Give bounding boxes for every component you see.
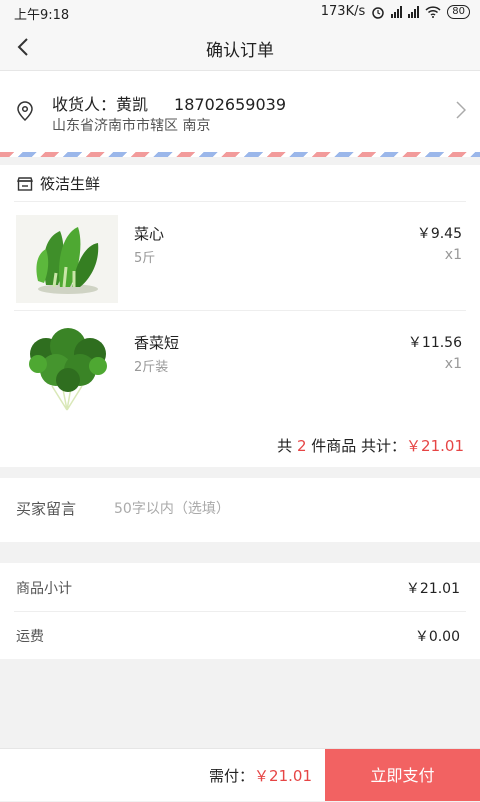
- battery-icon: 80: [447, 4, 470, 19]
- order-total: 共 2 件商品 共计：￥21.01: [277, 435, 464, 456]
- receiver-name: 黄凯: [116, 95, 149, 114]
- item-count: 2: [296, 437, 307, 455]
- product-price: ￥11.56: [407, 335, 462, 351]
- status-bar: 上午9:18 173K/s 80: [0, 0, 480, 24]
- amount-due: 需付：￥21.01: [209, 765, 312, 786]
- product-spec: 2斤装: [134, 360, 169, 375]
- subtotal-label: 商品小计: [16, 581, 72, 597]
- receiver-label: 收货人：: [52, 95, 117, 114]
- shipping-value: ￥0.00: [414, 629, 460, 645]
- status-icons: 173K/s 80: [321, 4, 470, 19]
- page-title: 确认订单: [206, 41, 274, 61]
- store-name: 筱洁生鲜: [40, 175, 101, 193]
- store-header: 筱洁生鲜: [16, 173, 100, 194]
- checkout-bar: 需付：￥21.01 立即支付: [0, 748, 480, 801]
- pay-now-button[interactable]: 立即支付: [325, 749, 480, 801]
- chevron-right-icon: [456, 101, 466, 119]
- product-qty: x1: [444, 247, 462, 263]
- address-card[interactable]: 收货人：黄凯 18702659039 山东省济南市市辖区 南京: [0, 71, 480, 152]
- airmail-divider: [0, 152, 480, 157]
- product-spec: 5斤: [134, 251, 156, 266]
- subtotal-row: 商品小计 ￥21.01: [16, 563, 460, 611]
- product-name: 香菜短: [134, 334, 180, 352]
- total-middle: 件商品 共计：: [311, 437, 407, 455]
- signal-icon-2: [408, 5, 420, 18]
- product-name: 菜心: [134, 225, 165, 243]
- due-amount: ￥21.01: [254, 767, 312, 785]
- network-speed: 173K/s: [320, 4, 366, 19]
- location-pin-icon: [17, 101, 33, 121]
- product-item[interactable]: 香菜短 2斤装 ￥11.56 x1: [0, 314, 480, 422]
- product-item[interactable]: 菜心 5斤 ￥9.45 x1: [0, 205, 480, 313]
- total-prefix: 共: [277, 437, 293, 455]
- shop-icon: [17, 176, 33, 191]
- buyer-note-label: 买家留言: [16, 500, 77, 518]
- product-image-choy-sum: [16, 215, 118, 303]
- divider: [14, 310, 466, 311]
- wifi-icon: [425, 5, 441, 18]
- buyer-note-input[interactable]: [112, 494, 456, 524]
- store-section: 筱洁生鲜 菜心 5斤 ￥9.45 x1 香菜短 2斤装 ￥11.56 x1 共 …: [0, 165, 480, 467]
- product-image-coriander: [16, 324, 118, 412]
- divider: [14, 201, 466, 202]
- shipping-label: 运费: [16, 629, 44, 645]
- buyer-note-section: 买家留言: [0, 478, 480, 542]
- due-label: 需付：: [209, 767, 255, 785]
- status-time: 上午9:18: [14, 8, 70, 23]
- signal-icon: [391, 5, 403, 18]
- product-qty: x1: [444, 356, 462, 372]
- nav-bar: 确认订单: [0, 24, 480, 71]
- product-price: ￥9.45: [416, 226, 462, 242]
- alarm-icon: [372, 6, 385, 19]
- shipping-row: 运费 ￥0.00: [16, 611, 460, 659]
- receiver-line: 收货人：黄凯 18702659039: [52, 91, 286, 115]
- receiver-phone: 18702659039: [174, 95, 287, 114]
- subtotal-value: ￥21.01: [405, 581, 460, 597]
- address-detail: 山东省济南市市辖区 南京: [52, 118, 211, 134]
- total-amount: ￥21.01: [406, 437, 464, 455]
- price-summary: 商品小计 ￥21.01 运费 ￥0.00: [0, 563, 480, 659]
